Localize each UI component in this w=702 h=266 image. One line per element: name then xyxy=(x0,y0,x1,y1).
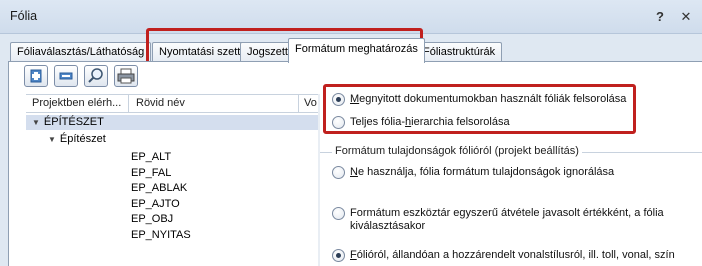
column-header-short-name[interactable]: Rövid név xyxy=(136,97,185,109)
format-group-title: Formátum tulajdonságok fólióról (projekt… xyxy=(332,145,582,157)
expand-arrow-icon[interactable]: ▼ xyxy=(48,132,56,147)
radio-toolbar-default-label[interactable]: Formátum eszköztár egyszerű átvétele jav… xyxy=(350,207,664,220)
tab-strip: Fóliaválasztás/Láthatóság Nyomtatási sze… xyxy=(0,34,702,63)
radio-toolbar-default-label-line2: kiválasztásakor xyxy=(350,220,426,232)
list-item[interactable]: EP_AJTO xyxy=(131,197,180,212)
tree-root-label: ÉPÍTÉSZET xyxy=(43,116,104,128)
column-separator[interactable] xyxy=(298,95,299,112)
radio-toolbar-default[interactable] xyxy=(332,207,345,220)
mnemonic-letter: F xyxy=(350,249,357,261)
radio-from-layer[interactable] xyxy=(332,249,345,262)
tree-child-label: Építészet xyxy=(59,133,106,145)
radio-ignore-format[interactable] xyxy=(332,166,345,179)
list-item[interactable]: EP_ABLAK xyxy=(131,181,187,196)
radio-ignore-format-label[interactable]: Ne használja, fólia formátum tulajdonság… xyxy=(350,166,614,179)
column-header-available[interactable]: Projektben elérh... xyxy=(32,97,121,109)
tab-format-definition[interactable]: Formátum meghatározás xyxy=(288,38,425,63)
window-title: Fólia xyxy=(10,9,38,23)
print-icon xyxy=(117,68,135,84)
column-header-vo[interactable]: Vo xyxy=(304,97,317,109)
help-button[interactable]: ? xyxy=(650,8,670,26)
expand-arrow-icon[interactable]: ▼ xyxy=(32,115,40,130)
list-item[interactable]: EP_OBJ xyxy=(131,212,173,227)
search-button[interactable] xyxy=(84,65,108,87)
list-item[interactable]: EP_FAL xyxy=(131,166,171,181)
radio-from-layer-label[interactable]: Fólióról, állandóan a hozzárendelt vonal… xyxy=(350,249,675,262)
tab-layer-structures[interactable]: Fóliastruktúrák xyxy=(416,42,503,62)
list-item[interactable]: EP_NYITAS xyxy=(131,228,191,243)
radio-highlight-box xyxy=(323,84,636,134)
print-button[interactable] xyxy=(114,65,138,87)
add-icon xyxy=(30,69,42,83)
add-button[interactable] xyxy=(24,65,48,87)
list-item[interactable]: EP_ALT xyxy=(131,150,171,165)
close-button[interactable]: ✕ xyxy=(676,8,696,26)
tree-child-row[interactable]: ▼ Építészet xyxy=(26,132,106,147)
mnemonic-letter: N xyxy=(350,166,358,178)
column-separator[interactable] xyxy=(128,95,129,112)
layer-tree: ▼ ÉPÍTÉSZET ▼ Építészet EP_ALT EP_FAL EP_A… xyxy=(26,113,318,266)
tab-layer-selection[interactable]: Fóliaválasztás/Láthatóság xyxy=(10,42,152,62)
list-header: Projektben elérh... Rövid név Vo xyxy=(26,94,318,113)
remove-button[interactable] xyxy=(54,65,78,87)
search-icon xyxy=(88,68,103,83)
tree-root-row[interactable]: ▼ ÉPÍTÉSZET xyxy=(26,115,318,130)
remove-icon xyxy=(59,72,73,80)
